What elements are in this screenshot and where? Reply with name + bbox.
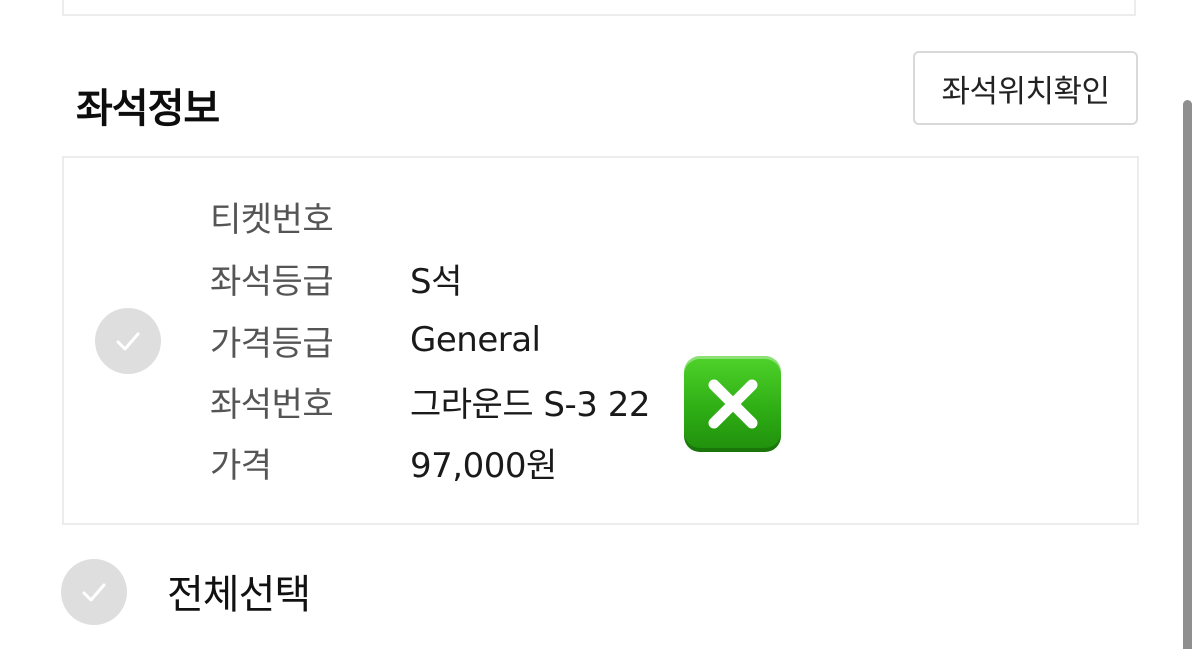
seat-grade-row: 좌석등급 S석 (210, 256, 462, 302)
select-all-label[interactable]: 전체선택 (167, 562, 311, 620)
seat-number-value: 그라운드 S-3 22 (410, 384, 650, 425)
scrollbar[interactable] (1183, 100, 1192, 649)
price-grade-value: General (410, 320, 541, 360)
previous-card (62, 0, 1136, 16)
seat-grade-value: S석 (410, 261, 462, 302)
price-label: 가격 (210, 445, 272, 486)
price-value: 97,000원 (410, 445, 557, 486)
check-icon (82, 583, 106, 602)
ticket-number-label: 티켓번호 (210, 199, 334, 240)
price-row: 가격 97,000원 (210, 440, 557, 486)
section-title: 좌석정보 (76, 86, 220, 132)
ticket-number-row: 티켓번호 (210, 194, 410, 240)
price-grade-label: 가격등급 (210, 323, 334, 364)
ticket-select-checkbox[interactable] (95, 308, 161, 374)
seat-grade-label: 좌석등급 (210, 261, 334, 302)
check-icon (116, 332, 140, 351)
cross-mark-button-icon (684, 356, 781, 452)
seat-location-button[interactable]: 좌석위치확인 (913, 51, 1138, 125)
seat-info-page: 좌석정보 좌석위치확인 티켓번호 좌석등급 S석 가격등급 General 좌석… (0, 0, 1200, 649)
price-grade-row: 가격등급 General (210, 318, 541, 364)
seat-number-row: 좌석번호 그라운드 S-3 22 (210, 379, 650, 425)
seat-number-label: 좌석번호 (210, 384, 334, 425)
select-all-checkbox[interactable] (61, 559, 127, 625)
